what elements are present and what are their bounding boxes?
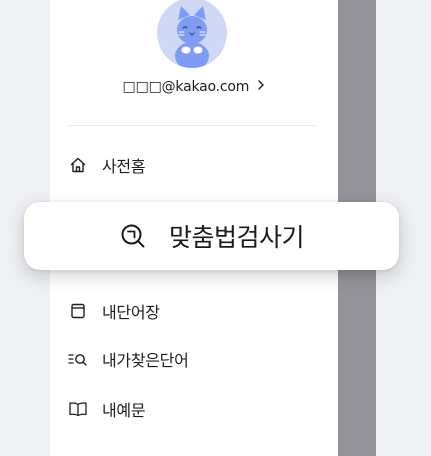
cat-avatar-icon — [175, 6, 209, 68]
menu-item-label: 내가찾은단어 — [102, 351, 189, 370]
menu-item-label: 내예문 — [102, 401, 146, 420]
menu-item-my-words[interactable]: 내단어장 — [68, 298, 160, 324]
menu-item-home[interactable]: 사전홈 — [68, 152, 146, 178]
spell-check-search-icon — [119, 222, 147, 250]
menu-item-label: 사전홈 — [102, 157, 146, 176]
account-email: □□□@kakao.com — [122, 79, 250, 95]
home-icon — [68, 155, 88, 175]
menu-item-searched-words[interactable]: 내가찾은단어 — [68, 346, 189, 372]
spell-checker-button[interactable]: 맞춤법검사기 — [24, 202, 399, 270]
menu-item-label: 내단어장 — [102, 303, 160, 322]
book-icon — [68, 399, 88, 419]
app-screen: □□□@kakao.com 사전홈 내단어장 내가찾은단어 내예문 맞춤법검사기 — [0, 0, 431, 456]
search-list-icon — [68, 349, 88, 369]
notebook-icon — [68, 301, 88, 321]
chevron-right-icon — [257, 79, 265, 95]
spell-checker-label: 맞춤법검사기 — [168, 223, 305, 252]
divider — [68, 125, 317, 126]
account-link[interactable]: □□□@kakao.com — [50, 79, 338, 95]
avatar[interactable] — [157, 0, 227, 68]
menu-item-my-examples[interactable]: 내예문 — [68, 396, 146, 422]
